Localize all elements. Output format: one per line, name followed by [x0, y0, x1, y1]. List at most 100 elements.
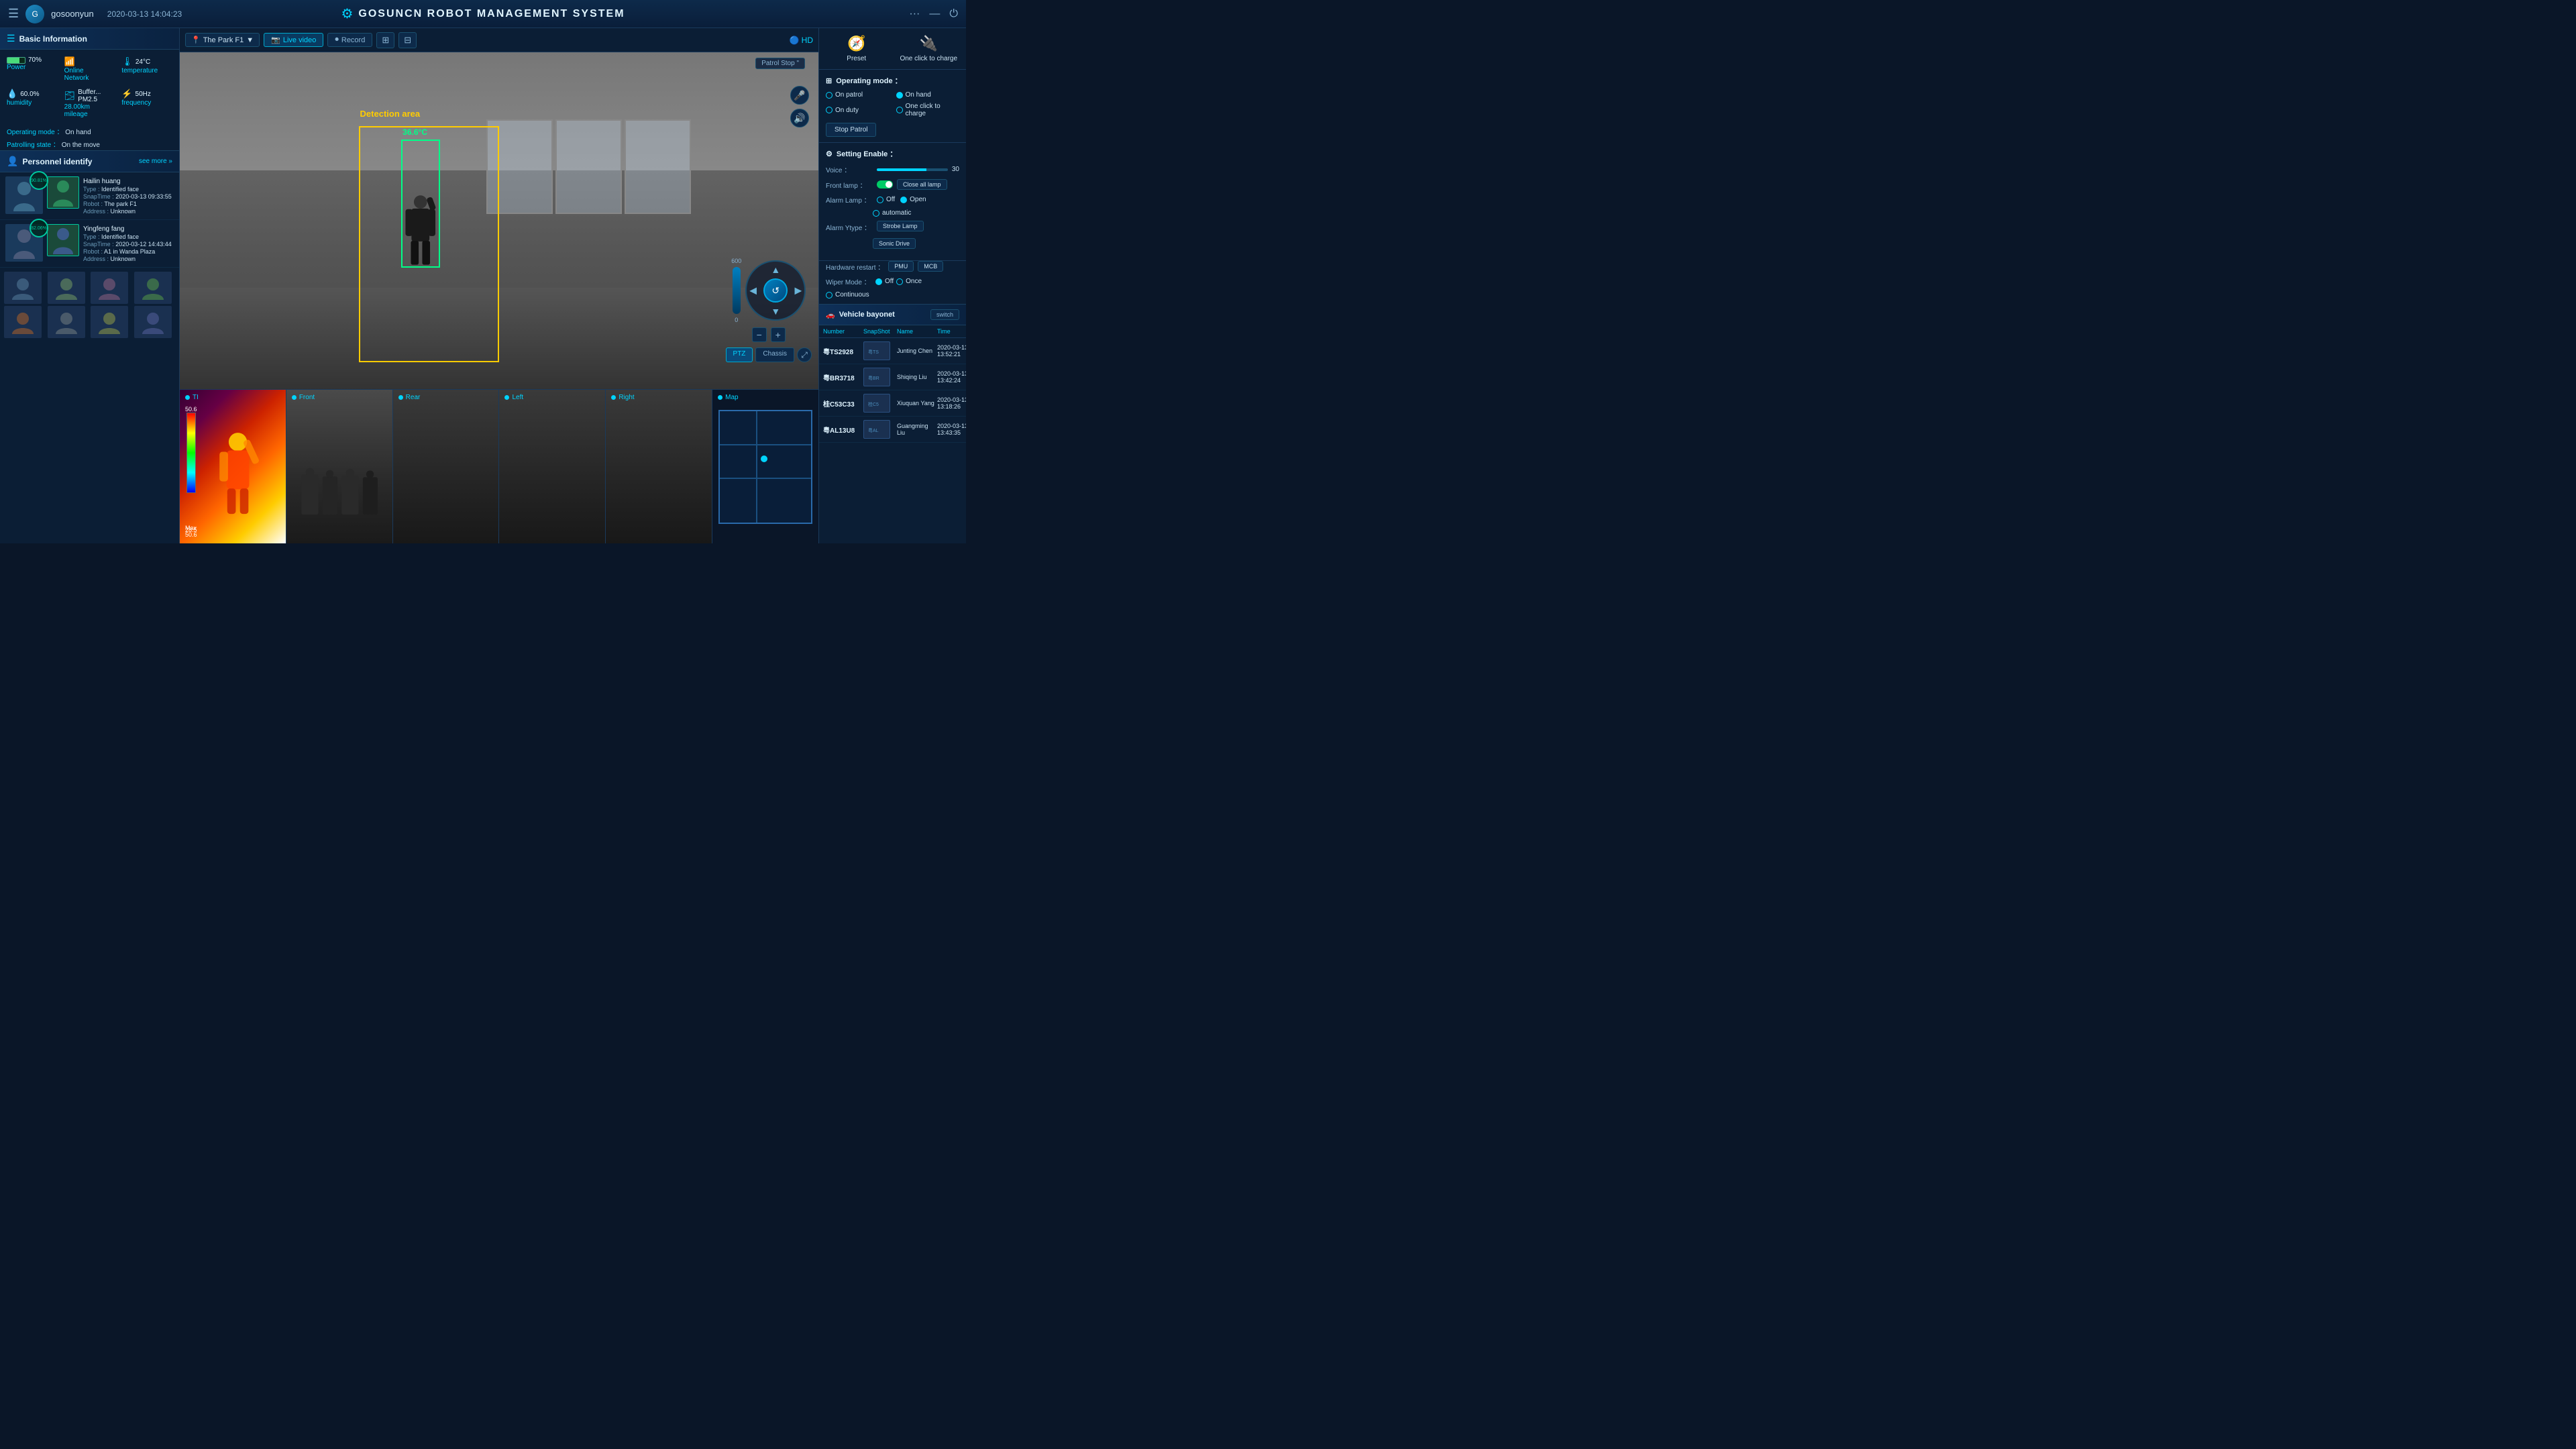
personnel-icon: 👤 [7, 156, 18, 167]
ptz-tab[interactable]: PTZ [726, 347, 753, 362]
svg-text:粤BR: 粤BR [868, 375, 879, 381]
rear-bg [393, 390, 499, 543]
face-thumb-2[interactable] [48, 272, 85, 304]
thermal-person-svg [217, 421, 259, 528]
grid-view-btn-2[interactable]: ⊟ [398, 32, 417, 48]
sonic-drive-button[interactable]: Sonic Drive [873, 238, 916, 249]
name-1: Junting Chen [897, 347, 937, 354]
switch-button[interactable]: switch [930, 309, 959, 320]
pm25-info: 🌫 Buffer...PM2.5 28.00kmmileage [62, 86, 118, 121]
face-thumb-7[interactable] [91, 306, 128, 338]
warehouse-floor [180, 288, 818, 389]
live-video-tab[interactable]: 📷 Live video [264, 33, 323, 47]
ptz-down-arrow[interactable]: ▼ [771, 306, 780, 317]
name-2: Shiqing Liu [897, 374, 937, 380]
power-icon[interactable]: ⏻ [949, 8, 958, 20]
face-thumb-3[interactable] [91, 272, 128, 304]
person-snaptime-2: SnapTime : 2020-03-12 14:43:44 [83, 241, 174, 248]
wiper-off-label: Off [885, 278, 894, 285]
plate-2: 粤BR3718 [823, 372, 863, 382]
face-thumb-4[interactable] [134, 272, 172, 304]
person-svg [402, 154, 439, 266]
wiper-continuous-radio[interactable]: Continuous [826, 291, 966, 299]
operating-mode-status: Operating mode ： On hand [0, 125, 179, 138]
ptz-up-arrow[interactable]: ▲ [771, 264, 780, 275]
more-icon[interactable]: ··· [909, 8, 920, 20]
radio-one-click-charge[interactable]: One click to charge [896, 103, 960, 117]
mic-button[interactable]: 🎤 [790, 86, 809, 105]
power-info: 70% Power [4, 54, 60, 85]
alarm-open-radio[interactable]: Open [900, 196, 926, 203]
alarm-off-label: Off [886, 196, 895, 203]
right-label-text: Right [619, 394, 634, 401]
hd-label: HD [802, 36, 813, 45]
face-thumb-1[interactable] [4, 272, 42, 304]
front-lamp-toggle[interactable] [877, 180, 893, 189]
zoom-slider[interactable] [733, 267, 741, 314]
freq-icon: ⚡ [121, 89, 132, 99]
mcb-button[interactable]: MCB [918, 261, 943, 272]
record-tab[interactable]: ⏺ Record [327, 33, 372, 47]
person-address-1: Address : Unknown [83, 208, 174, 215]
map-line-3 [756, 411, 757, 523]
face-thumb-6[interactable] [48, 306, 85, 338]
minimize-icon[interactable]: — [929, 8, 940, 20]
radio-on-hand[interactable]: On hand [896, 91, 960, 99]
ptz-ring: ▲ ▼ ◀ ▶ ↺ [745, 260, 806, 321]
radio-on-duty[interactable]: On duty [826, 103, 890, 117]
menu-icon[interactable]: ☰ [8, 7, 19, 21]
snapshot-4: 粤AL [863, 420, 890, 439]
time-3: 2020-03-13 13:18:26 [937, 396, 966, 410]
see-more-link[interactable]: see more » [139, 158, 172, 165]
network-info: 📶 OnlineNetwork [62, 54, 118, 85]
wifi-icon: 📶 [64, 56, 75, 67]
camera-icon: 📷 [271, 36, 280, 44]
ptz-plus-btn[interactable]: + [771, 327, 786, 342]
voice-value: 30 [952, 166, 959, 173]
preset-icon: 🧭 [847, 35, 865, 52]
bayonet-row-3: 桂C53C33 桂C5 Xiuquan Yang 2020-03-13 13:1… [819, 390, 966, 417]
rear-cam-label: Rear [398, 394, 421, 401]
stop-patrol-button[interactable]: Stop Patrol [826, 123, 876, 137]
op-mode-icon: ⊞ [826, 76, 832, 85]
wiper-once-radio[interactable]: Once [896, 278, 922, 285]
confidence-circle-1: 90.81% [30, 171, 48, 190]
patrol-state-label: Patrolling state ： [7, 142, 60, 149]
alarm-auto-dot [873, 210, 879, 217]
topbar: ☰ G gosoonyun 2020-03-13 14:04:23 ⚙ GOSU… [0, 0, 966, 28]
bayonet-title: 🚗 Vehicle bayonet [826, 311, 895, 319]
chassis-tab[interactable]: Chassis [755, 347, 794, 362]
one-click-item[interactable]: 🔌 One click to charge [898, 35, 960, 62]
person-match-photo-2 [47, 224, 79, 256]
thermal-scale-max: 50.6 [185, 406, 197, 413]
ptz-right-arrow[interactable]: ▶ [795, 285, 802, 297]
location-select[interactable]: 📍 The Park F1 ▼ [185, 33, 260, 47]
preset-item[interactable]: 🧭 Preset [826, 35, 888, 62]
ptz-center-button[interactable]: ↺ [763, 278, 788, 303]
ptz-tab-buttons: PTZ Chassis ⤢ [726, 347, 812, 362]
expand-btn[interactable]: ⤢ [797, 347, 812, 362]
radio-on-patrol[interactable]: On patrol [826, 91, 890, 99]
strobe-lamp-button[interactable]: Strobe Lamp [877, 221, 924, 231]
speaker-button[interactable]: 🔊 [790, 109, 809, 127]
alarm-auto-radio[interactable]: automatic [873, 209, 959, 217]
op-mode-value: On hand [65, 129, 91, 136]
alarm-off-radio[interactable]: Off [877, 196, 895, 203]
windows-area [486, 119, 691, 214]
voice-row: Voice ： 30 [826, 164, 959, 174]
ptz-minus-btn[interactable]: − [752, 327, 767, 342]
bayonet-row-2: 粤BR3718 粤BR Shiqing Liu 2020-03-13 13:42… [819, 364, 966, 390]
face-thumb-5[interactable] [4, 306, 42, 338]
face-thumb-8[interactable] [134, 306, 172, 338]
face-grid [0, 268, 179, 342]
op-mode-label: Operating mode ： [7, 129, 64, 136]
wiper-off-radio[interactable]: Off [875, 278, 894, 285]
grid-view-btn-1[interactable]: ⊞ [376, 32, 394, 48]
ptz-left-arrow[interactable]: ◀ [749, 285, 757, 297]
thermal-cam: TI 50.6 28.5 Max 50.6 [180, 390, 286, 543]
close-all-button[interactable]: Close all lamp [897, 179, 947, 190]
thermal-label: TI [185, 394, 199, 401]
voice-slider[interactable] [877, 168, 948, 171]
person-name-2: Yingfeng fang [83, 225, 174, 233]
pmu-button[interactable]: PMU [888, 261, 914, 272]
